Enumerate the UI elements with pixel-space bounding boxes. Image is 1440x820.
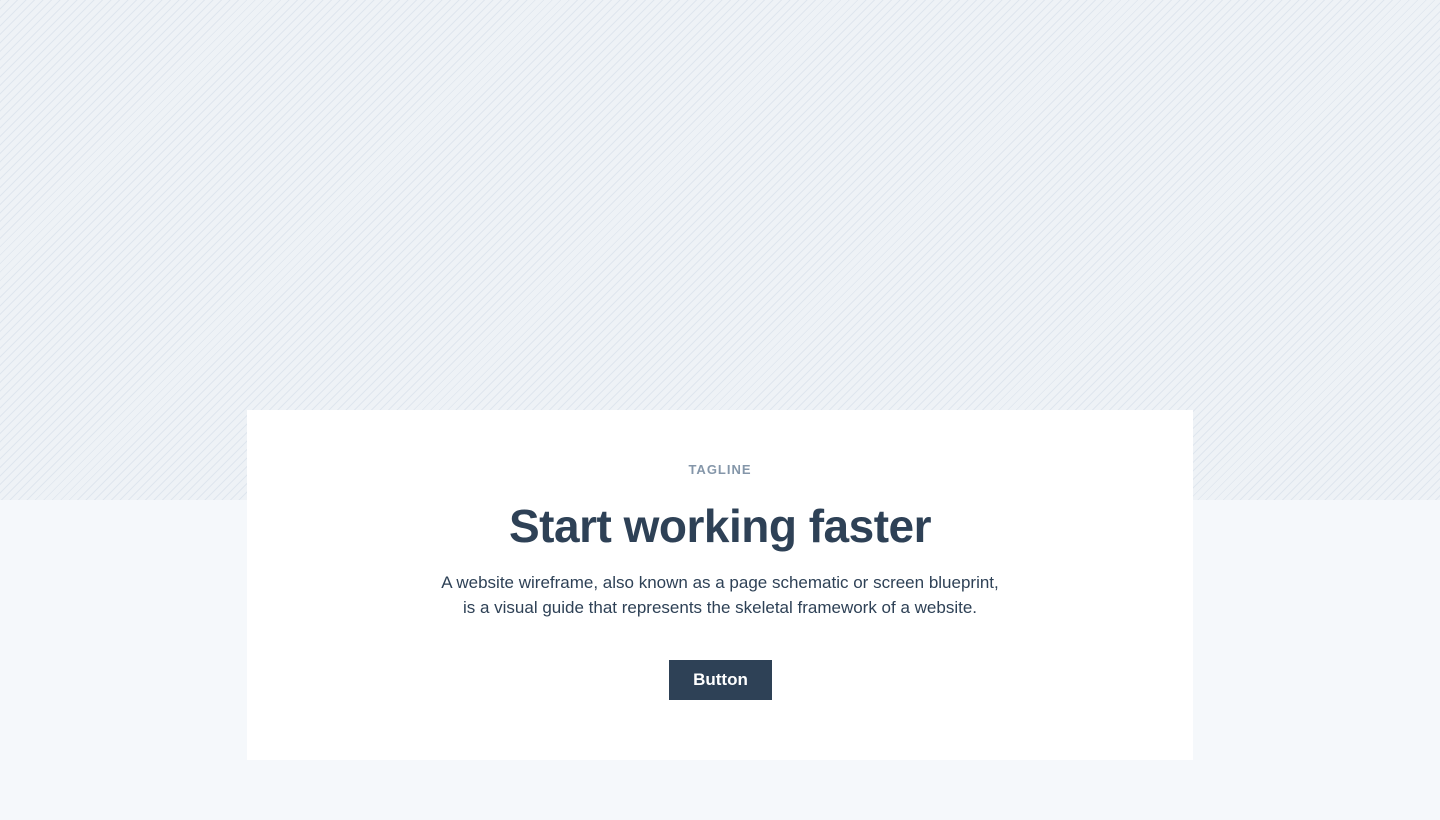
hero-description-line-2: is a visual guide that represents the sk…	[462, 598, 978, 617]
hero-description-line-1: A website wireframe, also known as a pag…	[441, 573, 999, 592]
hero-card: TAGLINE Start working faster A website w…	[247, 410, 1193, 760]
tagline: TAGLINE	[688, 462, 752, 477]
page: TAGLINE Start working faster A website w…	[0, 0, 1440, 820]
cta-button[interactable]: Button	[669, 660, 772, 700]
hero-description: A website wireframe, also known as a pag…	[247, 570, 1193, 620]
page-title: Start working faster	[509, 500, 932, 552]
